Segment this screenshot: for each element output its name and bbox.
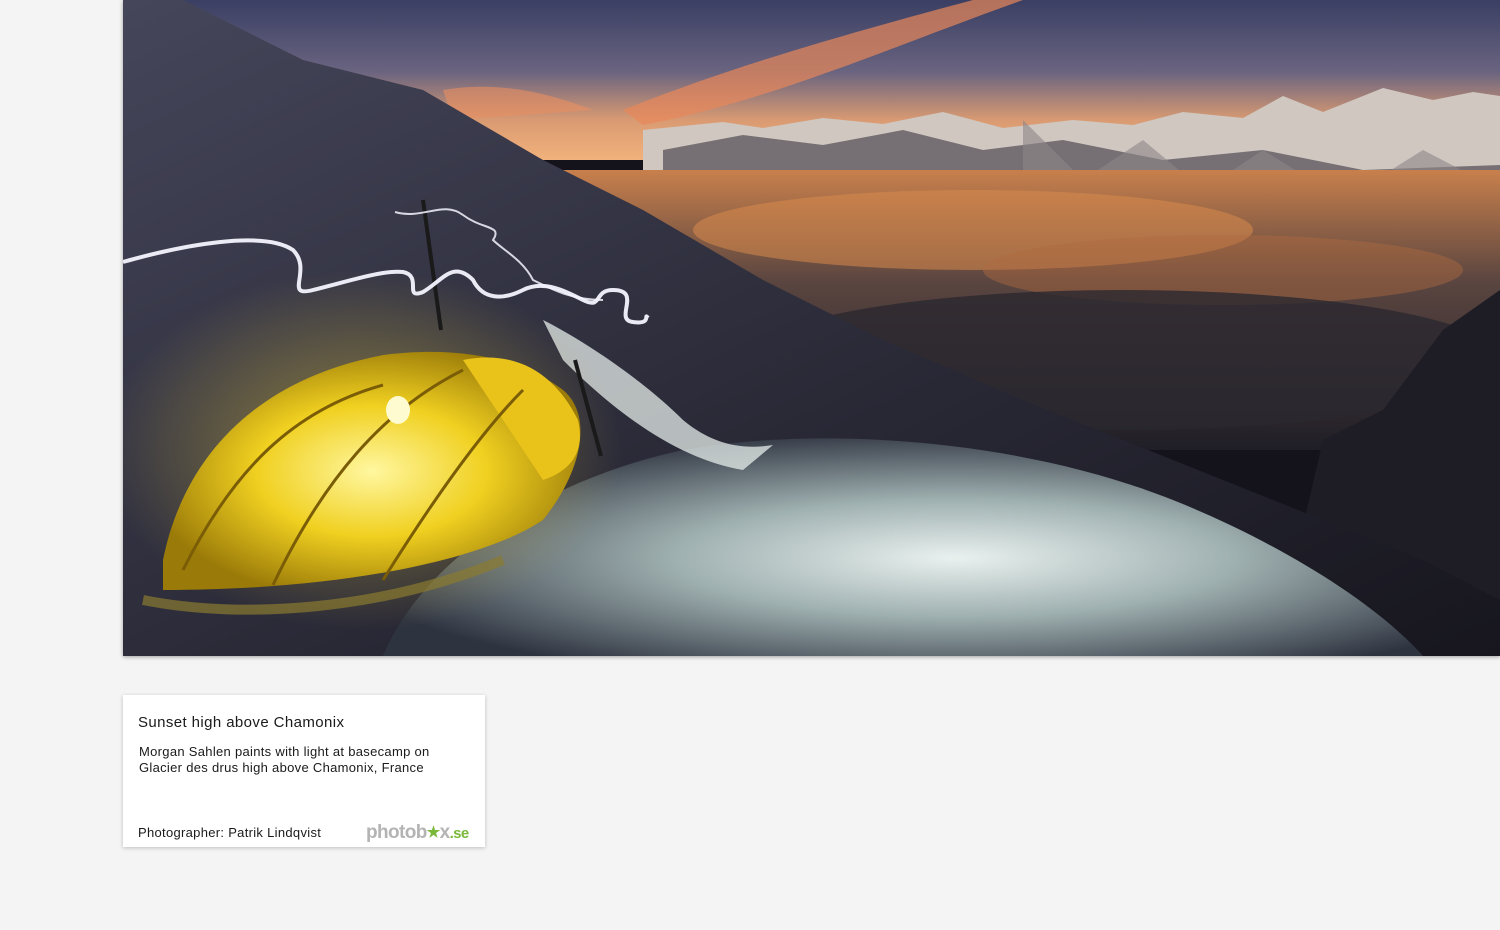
star-icon: ★ bbox=[426, 824, 440, 841]
logo-text-photob: photob bbox=[366, 822, 427, 843]
photographer-credit: Photographer: Patrik Lindqvist bbox=[138, 825, 322, 840]
logo-text-suffix: .se bbox=[449, 825, 470, 842]
photobox-logo[interactable]: photob★x.se bbox=[366, 823, 469, 843]
logo-text-x: x bbox=[439, 822, 451, 843]
hero-photo-illustration bbox=[123, 0, 1500, 656]
caption-description: Morgan Sahlen paints with light at basec… bbox=[139, 744, 430, 775]
hero-photo[interactable] bbox=[123, 0, 1500, 656]
caption-card: Sunset high above Chamonix Morgan Sahlen… bbox=[123, 695, 485, 847]
caption-title: Sunset high above Chamonix bbox=[138, 714, 345, 731]
